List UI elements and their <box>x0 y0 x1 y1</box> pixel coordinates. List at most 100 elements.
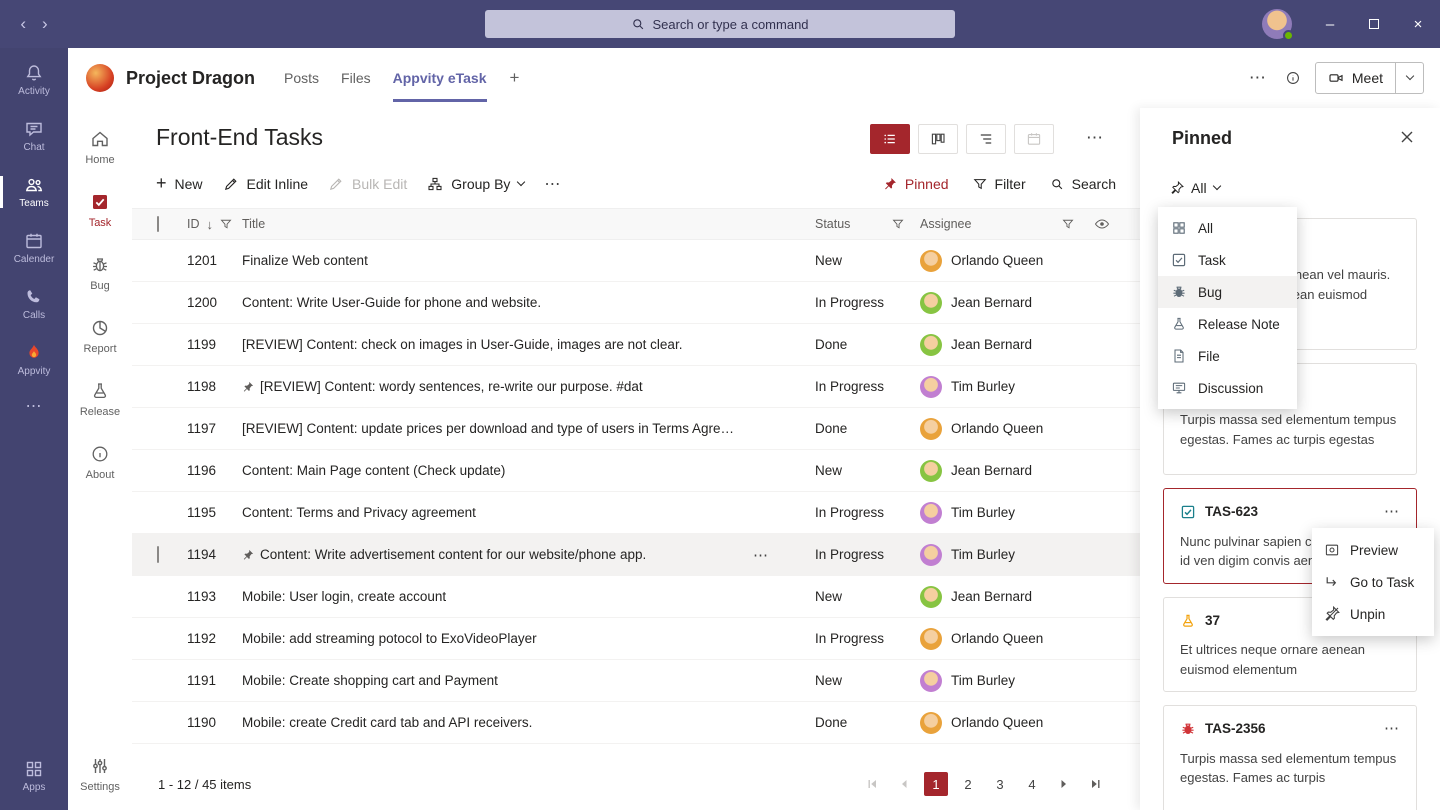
back-button[interactable]: ‹ <box>20 14 26 34</box>
filter-icon[interactable] <box>1062 218 1074 230</box>
search-icon <box>631 17 645 31</box>
card-more-button[interactable]: ⋯ <box>1384 718 1400 741</box>
prev-page-icon <box>898 778 910 790</box>
row-more-button[interactable]: ⋯ <box>753 547 769 562</box>
page-button-4[interactable]: 4 <box>1020 772 1044 796</box>
menu-item-discussion[interactable]: Discussion <box>1158 372 1297 404</box>
column-title[interactable]: Title <box>242 217 815 231</box>
page-button-3[interactable]: 3 <box>988 772 1012 796</box>
table-row[interactable]: 1192 Mobile: add streaming potocol to Ex… <box>132 618 1140 660</box>
group-by-button[interactable]: Group By <box>427 176 524 192</box>
table-row[interactable]: 1193 Mobile: User login, create account … <box>132 576 1140 618</box>
menu-item-file[interactable]: File <box>1158 340 1297 372</box>
column-assignee[interactable]: Assignee <box>920 217 971 231</box>
table-row[interactable]: 1199 [REVIEW] Content: check on images i… <box>132 324 1140 366</box>
assignee-avatar <box>920 544 942 566</box>
pinned-type-filter[interactable]: All <box>1170 180 1220 196</box>
status-value: In Progress <box>815 295 920 310</box>
app-rail: Activity Chat Teams Calender Calls Appvi… <box>0 48 68 810</box>
rail-item-calls[interactable]: Calls <box>0 276 68 332</box>
select-all-checkbox[interactable] <box>157 216 159 232</box>
release-note-type-icon <box>1180 613 1196 629</box>
sidenav-item-release[interactable]: Release <box>68 368 132 431</box>
maximize-button[interactable] <box>1352 0 1396 48</box>
menu-item-bug[interactable]: Bug <box>1158 276 1297 308</box>
pinned-toggle-button[interactable]: Pinned <box>883 176 949 192</box>
task-checkbox-icon <box>1171 252 1187 268</box>
rail-item-teams[interactable]: Teams <box>0 164 68 220</box>
forward-button[interactable]: › <box>42 14 48 34</box>
rail-more-button[interactable]: ⋯ <box>0 388 68 424</box>
sort-desc-icon[interactable]: ↓ <box>207 217 214 232</box>
table-row[interactable]: 1200 Content: Write User-Guide for phone… <box>132 282 1140 324</box>
meet-dropdown-button[interactable] <box>1395 63 1423 93</box>
new-button[interactable]: +New <box>156 176 203 192</box>
board-view-button[interactable] <box>918 124 958 154</box>
page-button-2[interactable]: 2 <box>956 772 980 796</box>
pinned-card[interactable]: TAS-2356 ⋯ Turpis massa sed elementum te… <box>1163 705 1417 810</box>
context-item-unpin[interactable]: Unpin <box>1312 598 1434 630</box>
rail-item-apps[interactable]: Apps <box>0 748 68 804</box>
sidenav-item-bug[interactable]: Bug <box>68 242 132 305</box>
menu-item-task[interactable]: Task <box>1158 244 1297 276</box>
board-view-icon <box>930 131 946 147</box>
sidenav-item-about[interactable]: About <box>68 431 132 494</box>
assignee-avatar <box>920 460 942 482</box>
row-checkbox[interactable] <box>157 546 159 563</box>
table-row[interactable]: 1196 Content: Main Page content (Check u… <box>132 450 1140 492</box>
view-more-button[interactable]: ⋯ <box>1086 128 1104 148</box>
filter-icon[interactable] <box>220 218 232 230</box>
sidenav-item-home[interactable]: Home <box>68 116 132 179</box>
calendar-view-button <box>1014 124 1054 154</box>
rail-item-calendar[interactable]: Calender <box>0 220 68 276</box>
card-more-button[interactable]: ⋯ <box>1384 501 1400 524</box>
page-button-1[interactable]: 1 <box>924 772 948 796</box>
minimize-button[interactable]: – <box>1308 0 1352 48</box>
menu-item-release-note[interactable]: Release Note <box>1158 308 1297 340</box>
backlog-view-button[interactable] <box>966 124 1006 154</box>
meet-button[interactable]: Meet <box>1316 63 1395 93</box>
next-page-button[interactable] <box>1052 772 1076 796</box>
context-item-preview[interactable]: Preview <box>1312 534 1434 566</box>
pin-icon <box>883 177 897 191</box>
tab-appvity-etask[interactable]: Appvity eTask <box>382 48 498 108</box>
menu-item-all[interactable]: All <box>1158 212 1297 244</box>
close-panel-icon[interactable] <box>1400 130 1414 144</box>
info-icon[interactable] <box>1285 70 1301 86</box>
table-row[interactable]: 1195 Content: Terms and Privacy agreemen… <box>132 492 1140 534</box>
tab-files[interactable]: Files <box>330 48 382 108</box>
first-page-icon <box>866 778 878 790</box>
sidenav-item-report[interactable]: Report <box>68 305 132 368</box>
sidenav-item-settings[interactable]: Settings <box>68 743 132 806</box>
edit-inline-button[interactable]: Edit Inline <box>223 176 308 192</box>
search-button[interactable]: Search <box>1050 176 1116 192</box>
assignee-avatar <box>920 334 942 356</box>
close-window-button[interactable]: × <box>1396 0 1440 48</box>
add-tab-button[interactable]: + <box>498 48 532 108</box>
list-view-button[interactable] <box>870 124 910 154</box>
table-row[interactable]: 1191 Mobile: Create shopping cart and Pa… <box>132 660 1140 702</box>
column-options-eye-icon[interactable] <box>1094 216 1110 232</box>
context-item-go-to-task[interactable]: Go to Task <box>1312 566 1434 598</box>
page-title: Front-End Tasks <box>156 124 323 151</box>
table-row-selected[interactable]: 1194 Content: Write advertisement conten… <box>132 534 1140 576</box>
table-row[interactable]: 1198 [REVIEW] Content: wordy sentences, … <box>132 366 1140 408</box>
rail-item-appvity[interactable]: Appvity <box>0 332 68 388</box>
table-row[interactable]: 1201 Finalize Web content New Orlando Qu… <box>132 240 1140 282</box>
filter-button[interactable]: Filter <box>973 176 1026 192</box>
column-status[interactable]: Status <box>815 217 850 231</box>
table-row[interactable]: 1197 [REVIEW] Content: update prices per… <box>132 408 1140 450</box>
rail-item-chat[interactable]: Chat <box>0 108 68 164</box>
user-avatar[interactable] <box>1262 9 1292 39</box>
command-search-input[interactable]: Search or type a command <box>485 10 955 38</box>
rail-item-activity[interactable]: Activity <box>0 52 68 108</box>
table-row[interactable]: 1190 Mobile: create Credit card tab and … <box>132 702 1140 744</box>
last-page-button[interactable] <box>1084 772 1108 796</box>
filter-icon[interactable] <box>892 218 904 230</box>
toolbar-more-button[interactable]: ⋯ <box>544 174 561 194</box>
status-value: In Progress <box>815 547 920 562</box>
sidenav-item-task[interactable]: Task <box>68 179 132 242</box>
tab-posts[interactable]: Posts <box>273 48 330 108</box>
calendar-icon <box>24 231 44 251</box>
header-more-button[interactable]: ⋯ <box>1245 68 1271 88</box>
